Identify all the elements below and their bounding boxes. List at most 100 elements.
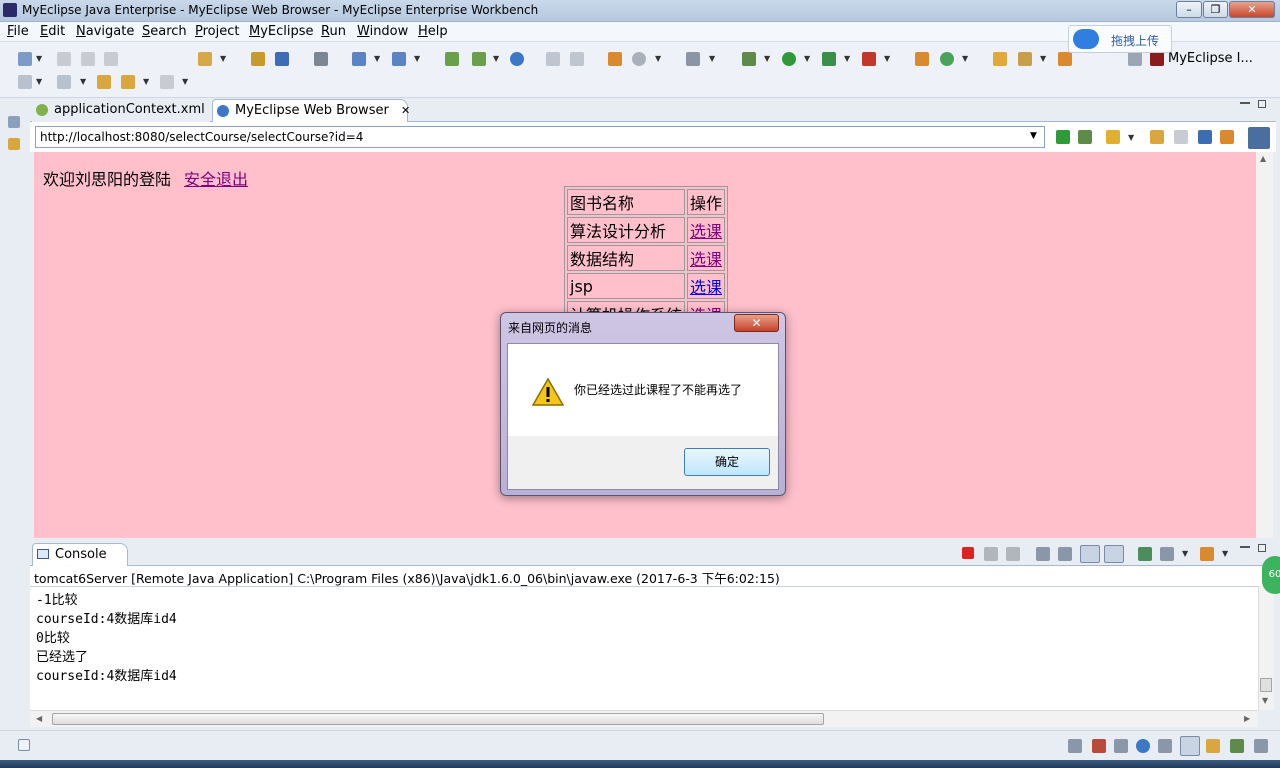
- web-dropdown-icon[interactable]: ▼: [655, 54, 661, 63]
- menu-project[interactable]: Project: [195, 24, 240, 39]
- minimize-editor-icon[interactable]: [1240, 102, 1250, 104]
- stop-icon[interactable]: [1198, 130, 1212, 144]
- refresh-icon[interactable]: [1220, 130, 1234, 144]
- menu-myeclipse[interactable]: MyEclipse: [249, 24, 314, 39]
- terminate-icon[interactable]: [962, 547, 974, 559]
- last-edit-icon[interactable]: [97, 75, 111, 89]
- open-console-dropdown-icon[interactable]: ▼: [1222, 549, 1228, 558]
- tab-close-icon[interactable]: ✕: [401, 104, 410, 117]
- open-console-icon[interactable]: [1200, 547, 1214, 561]
- show-on-output-icon[interactable]: [1080, 545, 1100, 563]
- search-dropdown-icon[interactable]: ▼: [374, 54, 380, 63]
- console-vertical-scrollbar[interactable]: ▼: [1258, 586, 1274, 710]
- outline-icon[interactable]: [1254, 739, 1268, 753]
- menu-help[interactable]: Help: [418, 24, 448, 39]
- next-annotation-icon[interactable]: [18, 75, 32, 89]
- maximize-button[interactable]: ❐: [1203, 1, 1228, 18]
- upload-button[interactable]: 拖拽上传: [1068, 25, 1172, 53]
- new-dropdown-icon[interactable]: ▼: [36, 54, 42, 63]
- restore-view-icon[interactable]: [8, 116, 20, 128]
- new-project-dropdown-icon[interactable]: ▼: [220, 54, 226, 63]
- scroll-thumb[interactable]: [1260, 678, 1272, 692]
- debug-page-icon[interactable]: [1078, 130, 1092, 144]
- problems-icon[interactable]: [1114, 739, 1128, 753]
- maximize-console-icon[interactable]: [1258, 544, 1266, 552]
- refresh-icon[interactable]: [940, 52, 954, 66]
- open-type-dropdown-icon[interactable]: ▼: [414, 54, 420, 63]
- coverage-dropdown-icon[interactable]: ▼: [844, 54, 850, 63]
- tools-icon[interactable]: [1018, 52, 1032, 66]
- servers-icon[interactable]: [1092, 739, 1106, 753]
- scroll-down-arrow-icon[interactable]: ▼: [1262, 696, 1268, 705]
- task-icon[interactable]: [608, 52, 622, 66]
- remove-all-icon[interactable]: [1006, 547, 1020, 561]
- console-horizontal-scrollbar[interactable]: ◀ ▶: [30, 710, 1258, 727]
- globe-icon[interactable]: [510, 52, 524, 66]
- browser-scrollbar[interactable]: ▲: [1256, 152, 1273, 538]
- db-browser-icon[interactable]: [570, 52, 584, 66]
- debug-dropdown-icon[interactable]: ▼: [764, 54, 770, 63]
- menu-run[interactable]: Run: [321, 24, 346, 39]
- tools-dropdown-icon[interactable]: ▼: [1040, 54, 1046, 63]
- scroll-right-arrow-icon[interactable]: ▶: [1244, 714, 1250, 723]
- select-course-link[interactable]: 选课: [690, 250, 722, 269]
- show-on-error-icon[interactable]: [1104, 545, 1124, 563]
- scroll-thumb[interactable]: [52, 713, 824, 725]
- class-icon[interactable]: [275, 52, 289, 66]
- web-icon[interactable]: [632, 52, 646, 66]
- open-folder-icon[interactable]: [993, 52, 1007, 66]
- external-tools-icon[interactable]: [862, 52, 876, 66]
- print-icon[interactable]: [104, 52, 118, 66]
- restore-icon[interactable]: [1068, 739, 1082, 753]
- next-annotation-dropdown-icon[interactable]: ▼: [36, 77, 42, 86]
- open-perspective-icon[interactable]: [1128, 52, 1142, 66]
- plugin-icon[interactable]: [915, 52, 929, 66]
- camera-dropdown-icon[interactable]: ▼: [709, 54, 715, 63]
- perspective-label[interactable]: MyEclipse I...: [1168, 51, 1253, 66]
- back-icon[interactable]: [1150, 130, 1164, 144]
- search-java-icon[interactable]: [352, 52, 366, 66]
- scroll-lock-icon[interactable]: [1058, 547, 1072, 561]
- package-icon[interactable]: [251, 52, 265, 66]
- package-explorer-icon[interactable]: [8, 138, 20, 150]
- debug-view-icon[interactable]: [1230, 739, 1244, 753]
- minimize-button[interactable]: –: [1176, 1, 1202, 18]
- back-dropdown-icon[interactable]: ▼: [143, 77, 149, 86]
- forward-icon[interactable]: [1174, 130, 1188, 144]
- run-dropdown-icon[interactable]: ▼: [804, 54, 810, 63]
- browser-settings-icon[interactable]: [1248, 127, 1270, 149]
- dialog-close-button[interactable]: ✕: [734, 314, 779, 332]
- menu-edit[interactable]: Edit: [40, 24, 65, 39]
- clear-console-icon[interactable]: [1036, 547, 1050, 561]
- logout-link[interactable]: 安全退出: [184, 166, 248, 190]
- menu-file[interactable]: File: [7, 24, 29, 39]
- pin-console-icon[interactable]: [1138, 547, 1152, 561]
- tab-console[interactable]: Console ✕: [32, 543, 128, 576]
- new-project-icon[interactable]: [198, 52, 212, 66]
- prev-annotation-icon[interactable]: [57, 75, 71, 89]
- select-course-link[interactable]: 选课: [690, 278, 722, 297]
- close-window-button[interactable]: ✕: [1229, 1, 1275, 18]
- console-output[interactable]: -1比较 courseId:4数据库id4 0比较 已经选了 courseId:…: [30, 586, 1258, 710]
- url-dropdown-icon[interactable]: ▼: [1030, 131, 1037, 141]
- notification-badge[interactable]: 60: [1262, 556, 1280, 594]
- select-course-link[interactable]: 选课: [690, 222, 722, 241]
- camera-icon[interactable]: [686, 52, 700, 66]
- console-view-icon[interactable]: [1180, 736, 1200, 756]
- display-console-dropdown-icon[interactable]: ▼: [1182, 549, 1188, 558]
- forward-icon[interactable]: [160, 75, 174, 89]
- scroll-up-arrow-icon[interactable]: ▲: [1260, 154, 1266, 163]
- scroll-left-arrow-icon[interactable]: ◀: [36, 714, 42, 723]
- open-type-icon[interactable]: [392, 52, 406, 66]
- db-icon[interactable]: [546, 52, 560, 66]
- display-console-icon[interactable]: [1160, 547, 1174, 561]
- run-server-dropdown-icon[interactable]: ▼: [493, 54, 499, 63]
- menu-search[interactable]: Search: [142, 24, 187, 39]
- forward-dropdown-icon[interactable]: ▼: [182, 77, 188, 86]
- tasks-icon[interactable]: [1206, 739, 1220, 753]
- save-all-icon[interactable]: [81, 52, 95, 66]
- myeclipse-perspective-icon[interactable]: [1150, 52, 1164, 66]
- favorites-dropdown-icon[interactable]: ▼: [1128, 133, 1134, 142]
- external-tools-dropdown-icon[interactable]: ▼: [884, 54, 890, 63]
- back-icon[interactable]: [121, 75, 135, 89]
